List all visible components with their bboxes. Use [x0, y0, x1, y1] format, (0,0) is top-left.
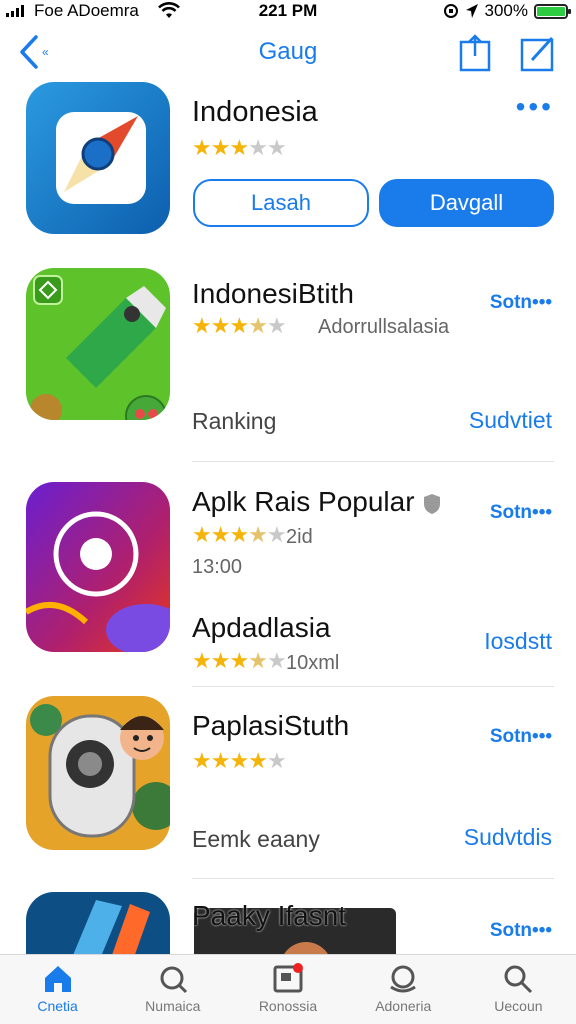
tab-adoneria[interactable]: Adoneria — [346, 955, 461, 1024]
secondary-action-button[interactable]: Lasah — [193, 179, 369, 227]
detail-link[interactable]: Sudvtiet — [469, 407, 552, 434]
shield-icon — [424, 493, 441, 514]
battery-icon — [534, 3, 571, 19]
get-button[interactable]: Sotn••• — [490, 292, 552, 314]
location-arrow-icon — [465, 4, 478, 18]
tab-ronossia[interactable]: Ronossia — [230, 955, 345, 1024]
divider — [192, 878, 554, 879]
green-robot-app-icon[interactable] — [26, 268, 170, 420]
tab-bar: Cnetia Numaica Ronossia Adoneria Uecoun — [0, 954, 576, 1024]
list-item: Paaky Ifasnt Sotn••• — [0, 892, 576, 954]
compass-app-icon[interactable] — [26, 82, 170, 234]
app-category: Eemk eaany — [192, 826, 320, 852]
status-bar: Foe ADoemra 221 PM 300% — [0, 0, 576, 24]
release-time: 13:00 — [192, 556, 243, 578]
app-title: Paaky Ifasnt — [192, 900, 347, 931]
tab-search[interactable]: Uecoun — [461, 955, 576, 1024]
notification-box-icon — [273, 963, 303, 993]
tab-label: Ronossia — [258, 998, 318, 1014]
app-title: IndonesiBtith — [192, 278, 354, 309]
paper-app-icon[interactable] — [26, 892, 170, 954]
compose-icon — [520, 36, 554, 72]
list-item: IndonesiBtith Sotn••• ★ ★ ★ ★ ★ Adorrullsala… — [0, 268, 576, 443]
app-title: Aplk Rais Popular — [192, 486, 442, 518]
list-item: PaplasiStuth Sotn••• ★ ★ ★ ★ ★ Eemk eaany Su… — [0, 696, 576, 856]
navigation-bar: « Gaug — [0, 24, 576, 84]
neon-ring-app-icon[interactable] — [26, 482, 170, 652]
detail-link[interactable]: Sudvtdis — [464, 824, 552, 851]
list-item: Aplk Rais Popular Sotn••• ★ ★ ★ ★ ★ 2id 13:0… — [0, 482, 576, 682]
tab-label: Uecoun — [494, 998, 543, 1014]
app-title: PaplasiStuth — [192, 710, 350, 741]
battery-percentage: 300% — [484, 1, 528, 20]
sub-app-title: Apdadlasia — [192, 612, 331, 643]
star-rating: ★ ★ ★ ★ ★ — [192, 522, 287, 547]
download-button[interactable]: Davgall — [379, 179, 554, 227]
divider — [192, 686, 554, 687]
detail-link[interactable]: Iosdstt — [484, 628, 552, 655]
search-icon — [504, 965, 533, 994]
compose-button[interactable] — [520, 34, 556, 77]
tab-home[interactable]: Cnetia — [0, 955, 115, 1024]
share-icon — [459, 34, 491, 72]
tab-label: Cnetia — [37, 998, 78, 1014]
camera-character-app-icon[interactable] — [26, 696, 170, 850]
refresh-search-icon — [160, 966, 187, 994]
rating-count: 10хml — [286, 652, 340, 674]
star-rating: ★ ★ ★ ★ ★ — [192, 748, 287, 773]
home-icon — [44, 966, 71, 992]
star-rating: ★ ★ ★ ★ ★ — [192, 313, 287, 338]
share-button[interactable] — [458, 34, 492, 77]
star-rating: ★ ★ ★ ★ ★ — [192, 648, 287, 673]
get-button[interactable]: Sotn••• — [490, 502, 552, 524]
developer-name: Adorrullsalasia — [318, 316, 450, 338]
featured-app-name: Indonesia — [192, 96, 318, 128]
tab-label: Numaica — [145, 998, 201, 1014]
divider — [192, 461, 554, 462]
get-button[interactable]: Sotn••• — [490, 726, 552, 748]
tab-numaica[interactable]: Numaica — [115, 955, 230, 1024]
layers-icon — [390, 965, 417, 993]
app-category: Ranking — [192, 408, 277, 434]
more-options-button[interactable]: ••• — [516, 93, 554, 121]
featured-app: Indonesia ••• ★ ★ ★ ★ ★ Lasah Davgall — [0, 80, 576, 240]
star-rating: ★ ★ ★ ★ ★ — [192, 135, 287, 160]
app-title-text: Aplk Rais Popular — [192, 486, 415, 517]
tab-label: Adoneria — [375, 998, 432, 1014]
rating-count: 2id — [286, 526, 313, 548]
get-button[interactable]: Sotn••• — [490, 920, 552, 942]
lock-rotation-icon — [443, 4, 458, 18]
